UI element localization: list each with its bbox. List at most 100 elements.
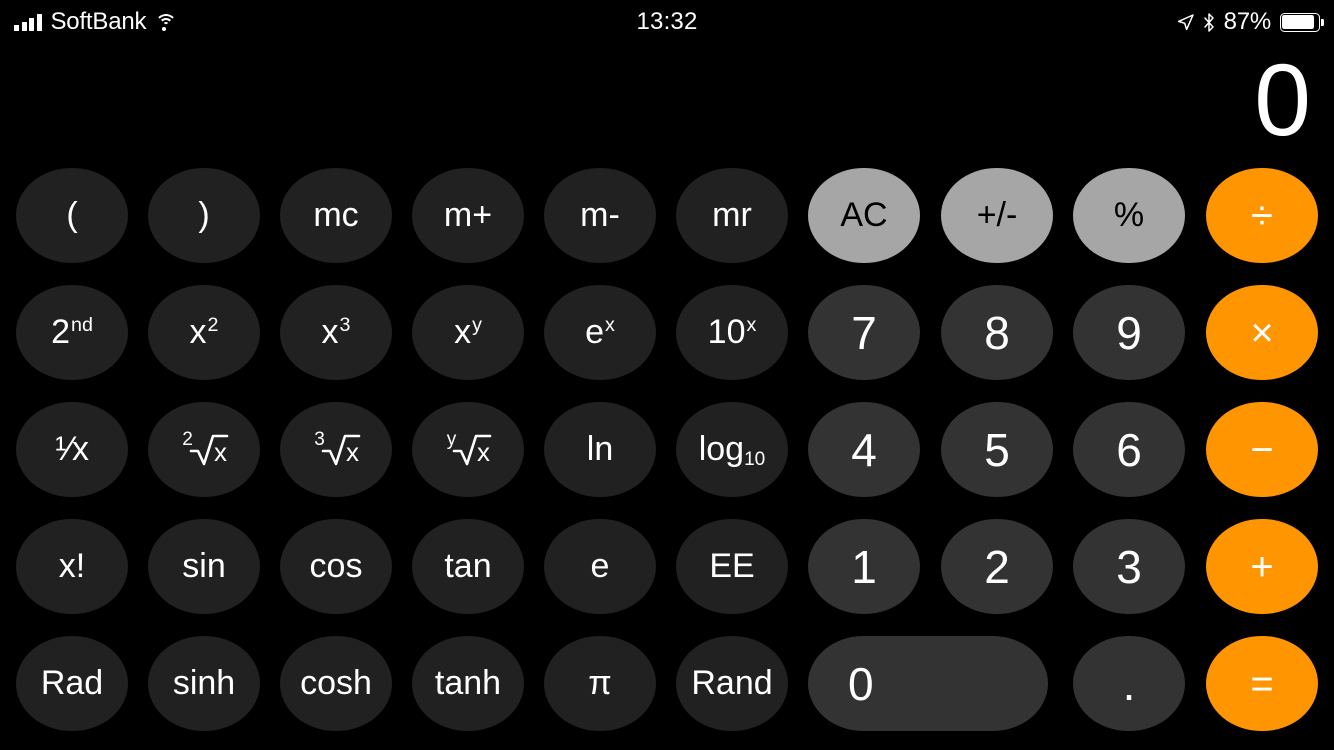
key-label: EE — [709, 547, 755, 585]
key-tanh[interactable]: tanh — [412, 636, 524, 731]
key-multiply[interactable]: × — [1206, 285, 1318, 380]
key-label: +/- — [976, 196, 1018, 234]
key-ten-power-x[interactable]: 10x — [676, 285, 788, 380]
key-2[interactable]: 2 — [941, 519, 1053, 614]
key-label: m- — [580, 196, 620, 234]
key-label: Rad — [40, 664, 104, 702]
calculator-display: 0 — [1254, 43, 1311, 157]
key-label: tanh — [434, 664, 502, 702]
key-add[interactable]: + — [1206, 519, 1318, 614]
key-label: ex — [585, 313, 615, 351]
key-label: x! — [58, 547, 86, 585]
key-equals[interactable]: = — [1206, 636, 1318, 731]
key-label: 6 — [1116, 423, 1142, 476]
key-memory-add[interactable]: m+ — [412, 168, 524, 263]
keypad-row: ¹⁄x 2 x 3 x y x ln log10 4 5 6 − — [0, 402, 1334, 497]
key-e-power-x[interactable]: ex — [544, 285, 656, 380]
key-label: Rand — [691, 664, 773, 702]
key-8[interactable]: 8 — [941, 285, 1053, 380]
key-second[interactable]: 2nd — [16, 285, 128, 380]
key-square-root[interactable]: 2x — [148, 402, 260, 497]
key-reciprocal[interactable]: ¹⁄x — [16, 402, 128, 497]
key-label: π — [588, 664, 612, 702]
key-percent[interactable]: % — [1073, 168, 1185, 263]
key-divide[interactable]: ÷ — [1206, 168, 1318, 263]
key-label: ( — [66, 196, 78, 234]
key-factorial[interactable]: x! — [16, 519, 128, 614]
key-log-base-10[interactable]: log10 — [676, 402, 788, 497]
location-arrow-icon — [1177, 13, 1194, 31]
key-label: cosh — [300, 664, 372, 702]
key-label: e — [590, 547, 610, 585]
key-label: 3x — [314, 428, 361, 467]
key-sinh[interactable]: sinh — [148, 636, 260, 731]
key-memory-clear[interactable]: mc — [280, 168, 392, 263]
key-memory-subtract[interactable]: m- — [544, 168, 656, 263]
key-y-root[interactable]: yx — [412, 402, 524, 497]
svg-text:x: x — [346, 437, 359, 467]
key-label: 2nd — [51, 313, 93, 351]
key-1[interactable]: 1 — [808, 519, 920, 614]
key-label: 0 — [848, 657, 874, 710]
key-0[interactable]: 0 — [808, 636, 1048, 731]
status-bar: SoftBank 13:32 87% — [0, 0, 1334, 44]
key-open-paren[interactable]: ( — [16, 168, 128, 263]
key-4[interactable]: 4 — [808, 402, 920, 497]
key-label: ¹⁄x — [55, 430, 89, 468]
keypad-row: x! sin cos tan e EE 1 2 3 + — [0, 519, 1334, 614]
bluetooth-icon — [1203, 12, 1215, 32]
key-9[interactable]: 9 — [1073, 285, 1185, 380]
key-label: 8 — [984, 306, 1010, 359]
key-label: 2x — [182, 428, 229, 467]
key-rad[interactable]: Rad — [16, 636, 128, 731]
status-bar-right: 87% — [1177, 0, 1324, 44]
key-tan[interactable]: tan — [412, 519, 524, 614]
keypad-row: () mc m+ m-mr AC +/-% ÷ — [0, 168, 1334, 263]
key-all-clear[interactable]: AC — [808, 168, 920, 263]
key-label: mc — [313, 196, 359, 234]
key-label: tan — [444, 547, 492, 585]
status-bar-clock: 13:32 — [636, 8, 698, 35]
key-subtract[interactable]: − — [1206, 402, 1318, 497]
key-label: 5 — [984, 423, 1010, 476]
key-plus-minus[interactable]: +/- — [941, 168, 1053, 263]
key-decimal-point[interactable]: . — [1073, 636, 1185, 731]
key-label: sinh — [172, 664, 236, 702]
key-label: 10x — [707, 313, 757, 351]
key-rand[interactable]: Rand — [676, 636, 788, 731]
key-label: 3 — [1116, 540, 1142, 593]
key-label: sin — [182, 547, 226, 585]
key-7[interactable]: 7 — [808, 285, 920, 380]
svg-text:x: x — [477, 437, 490, 467]
key-label: . — [1122, 657, 1136, 710]
key-3[interactable]: 3 — [1073, 519, 1185, 614]
key-memory-recall[interactable]: mr — [676, 168, 788, 263]
key-label: 9 — [1116, 306, 1142, 359]
key-close-paren[interactable]: ) — [148, 168, 260, 263]
key-cos[interactable]: cos — [280, 519, 392, 614]
keypad-row: Rad sinh cosh tanh π Rand 0. = — [0, 636, 1334, 731]
svg-text:x: x — [214, 437, 227, 467]
key-label: ÷ — [1251, 193, 1273, 238]
keypad-row: 2nd x2 x3 xy ex 10x 7 8 9 × — [0, 285, 1334, 380]
key-natural-log[interactable]: ln — [544, 402, 656, 497]
key-label: AC — [840, 196, 888, 234]
key-exponent-ee[interactable]: EE — [676, 519, 788, 614]
key-euler-e[interactable]: e — [544, 519, 656, 614]
key-5[interactable]: 5 — [941, 402, 1053, 497]
key-label: 1 — [851, 540, 877, 593]
key-x-power-y[interactable]: xy — [412, 285, 524, 380]
key-cube-root[interactable]: 3x — [280, 402, 392, 497]
key-x-cubed[interactable]: x3 — [280, 285, 392, 380]
key-cosh[interactable]: cosh — [280, 636, 392, 731]
key-sin[interactable]: sin — [148, 519, 260, 614]
key-label: − — [1250, 427, 1274, 472]
battery-percent-label: 87% — [1223, 8, 1272, 35]
key-label: xy — [454, 313, 482, 351]
key-label: 7 — [851, 306, 877, 359]
key-x-squared[interactable]: x2 — [148, 285, 260, 380]
key-label: cos — [309, 547, 363, 585]
key-label: + — [1250, 544, 1274, 589]
key-6[interactable]: 6 — [1073, 402, 1185, 497]
key-pi[interactable]: π — [544, 636, 656, 731]
